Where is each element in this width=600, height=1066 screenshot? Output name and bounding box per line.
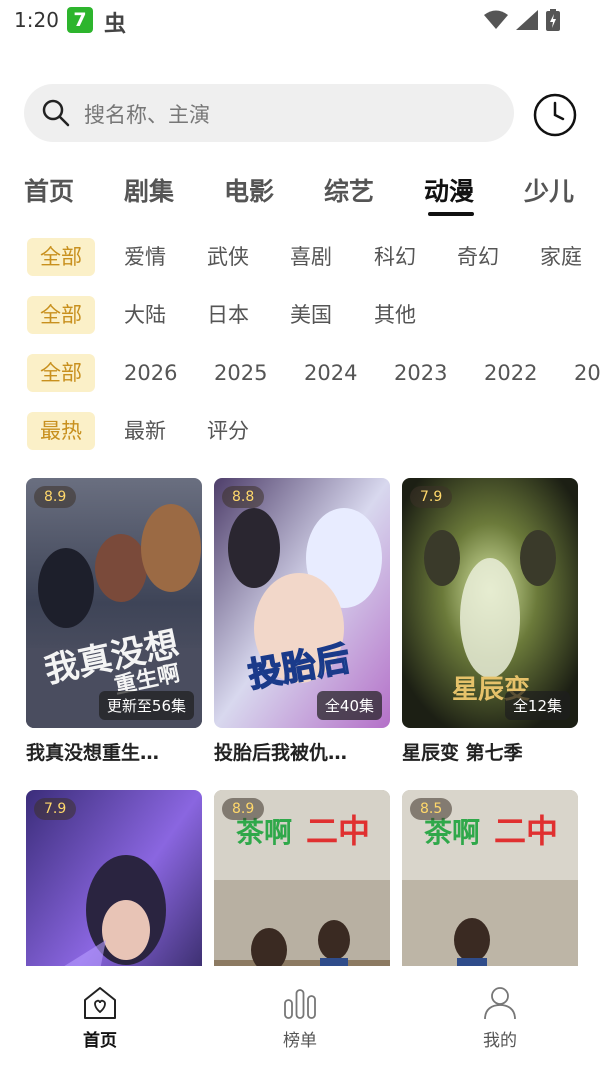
bug-notification-icon: 虫 (104, 12, 127, 37)
search-input[interactable]: 搜名称、主演 (84, 99, 210, 129)
chart-icon (284, 989, 316, 1019)
nav-label: 榜单 (283, 1031, 317, 1051)
poster-image[interactable]: 星辰变 7.9 全12集 (402, 478, 578, 728)
wifi-icon (484, 10, 508, 29)
card-title[interactable]: 星辰变 第七季 (402, 738, 578, 765)
filter-chip[interactable]: 奇幻 (457, 238, 499, 276)
nav-profile[interactable]: 我的 (460, 984, 540, 1051)
episode-badge: 全12集 (504, 691, 570, 720)
rating-badge: 7.9 (34, 798, 77, 820)
search-box[interactable]: 搜名称、主演 (24, 84, 514, 142)
active-tab-indicator (428, 212, 474, 216)
filter-chip[interactable]: 20 (574, 354, 600, 392)
tab-anime[interactable]: 动漫 (424, 172, 474, 208)
filter-chip[interactable]: 爱情 (124, 238, 166, 276)
filter-chip[interactable]: 家庭 (540, 238, 582, 276)
filter-chip[interactable]: 科幻 (374, 238, 416, 276)
filter-chip[interactable]: 日本 (207, 296, 249, 334)
status-indicators (484, 9, 560, 31)
tab-series[interactable]: 剧集 (124, 172, 174, 208)
history-clock-icon[interactable] (532, 92, 578, 138)
video-card[interactable]: 我真没想 重生啊 8.9 更新至56集 我真没想重生… (26, 478, 202, 765)
home-icon (84, 987, 116, 1019)
filter-chip[interactable]: 其他 (374, 296, 416, 334)
video-card[interactable]: 投胎后 8.8 全40集 投胎后我被仇… (214, 478, 390, 765)
poster-image[interactable]: 我真没想 重生啊 8.9 更新至56集 (26, 478, 202, 728)
svg-text:二中: 二中 (306, 812, 370, 850)
battery-icon (546, 9, 560, 31)
category-tabs: 首页 剧集 电影 综艺 动漫 少儿 (0, 166, 600, 226)
svg-text:茶啊: 茶啊 (424, 816, 480, 849)
app-notification-icon: 7 (67, 7, 93, 33)
filter-chip[interactable]: 最新 (124, 412, 166, 450)
filter-chip[interactable]: 喜剧 (290, 238, 332, 276)
rating-badge: 8.9 (222, 798, 265, 820)
tab-home[interactable]: 首页 (24, 172, 74, 208)
rating-badge: 8.5 (410, 798, 453, 820)
video-card[interactable]: 星辰变 7.9 全12集 星辰变 第七季 (402, 478, 578, 765)
filter-chip[interactable]: 全部 (27, 238, 95, 276)
poster-image[interactable]: 投胎后 8.8 全40集 (214, 478, 390, 728)
episode-badge: 全40集 (316, 691, 382, 720)
tab-kids[interactable]: 少儿 (524, 172, 574, 208)
filter-chip[interactable]: 全部 (27, 296, 95, 334)
nav-ranking[interactable]: 榜单 (260, 984, 340, 1051)
card-title[interactable]: 我真没想重生… (26, 738, 202, 765)
tab-variety[interactable]: 综艺 (324, 172, 374, 208)
filter-chip[interactable]: 全部 (27, 354, 95, 392)
filter-chip[interactable]: 2023 (394, 354, 447, 392)
filter-chip[interactable]: 2022 (484, 354, 537, 392)
nav-label: 我的 (483, 1031, 517, 1051)
episode-badge: 更新至56集 (98, 691, 194, 720)
filter-row-genre: 全部 爱情 武侠 喜剧 科幻 奇幻 家庭 (0, 238, 600, 278)
bottom-nav: 首页 榜单 我的 (0, 966, 600, 1066)
user-icon (484, 987, 516, 1020)
rating-badge: 7.9 (410, 486, 453, 508)
filter-chip[interactable]: 美国 (290, 296, 332, 334)
filter-row-sort: 最热 最新 评分 (0, 412, 600, 452)
filter-chip[interactable]: 最热 (27, 412, 95, 450)
filter-chip[interactable]: 2026 (124, 354, 177, 392)
tab-movies[interactable]: 电影 (224, 172, 274, 208)
svg-text:茶啊: 茶啊 (236, 816, 292, 849)
rating-badge: 8.9 (34, 486, 77, 508)
filter-row-region: 全部 大陆 日本 美国 其他 (0, 296, 600, 336)
filter-chip[interactable]: 大陆 (124, 296, 166, 334)
cell-signal-icon (516, 10, 538, 30)
nav-home[interactable]: 首页 (60, 984, 140, 1051)
rating-badge: 8.8 (222, 486, 265, 508)
filter-chip[interactable]: 2025 (214, 354, 267, 392)
filter-row-year: 全部 2026 2025 2024 2023 2022 20 (0, 354, 600, 394)
status-time: 1:20 (14, 8, 59, 32)
status-bar: 1:20 7 虫 (0, 0, 600, 42)
nav-label: 首页 (83, 1031, 117, 1051)
filter-chip[interactable]: 武侠 (207, 238, 249, 276)
search-icon (42, 99, 70, 127)
filter-chip[interactable]: 评分 (207, 412, 249, 450)
filter-chip[interactable]: 2024 (304, 354, 357, 392)
svg-text:二中: 二中 (494, 812, 558, 850)
card-title[interactable]: 投胎后我被仇… (214, 738, 390, 765)
